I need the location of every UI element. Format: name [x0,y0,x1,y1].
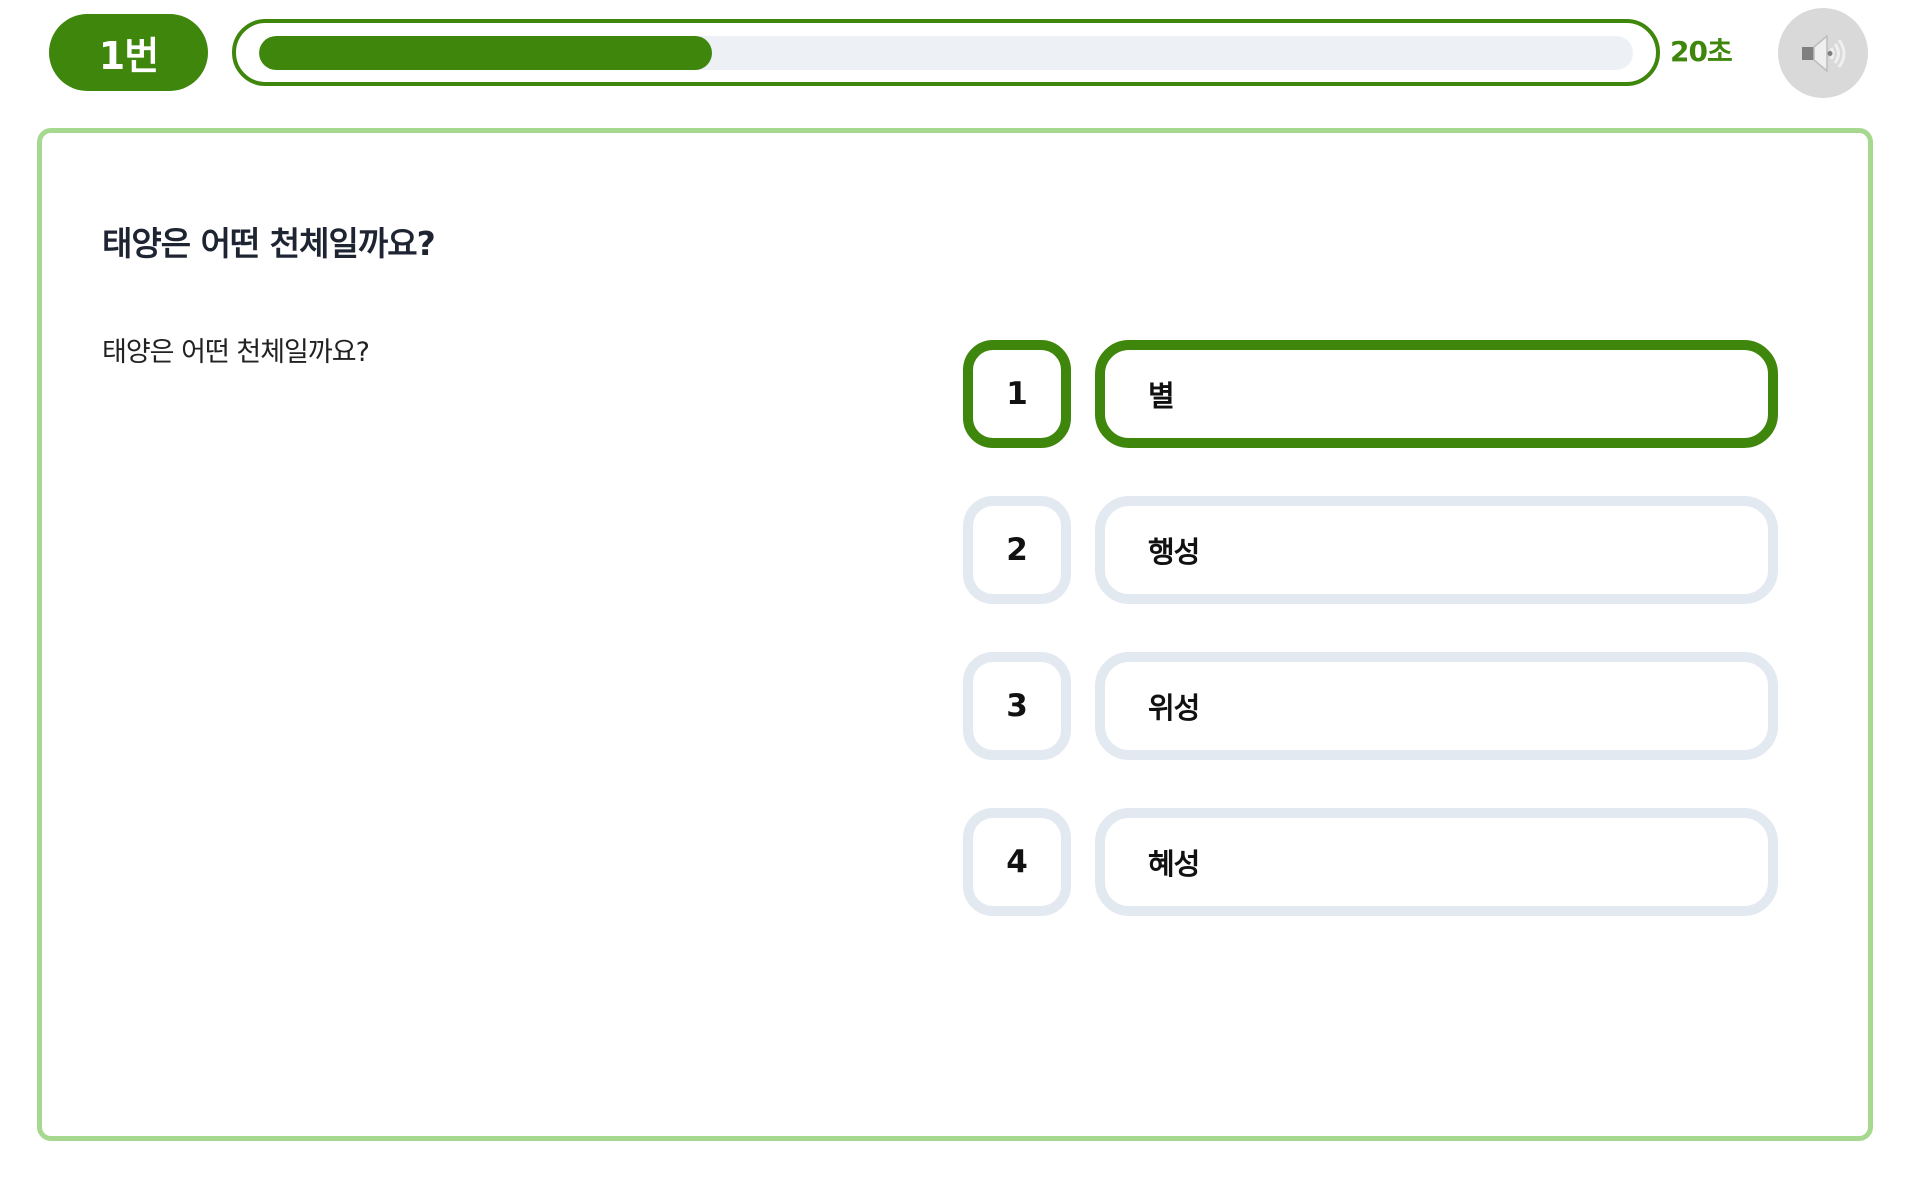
option-label: 위성 [1095,652,1778,760]
timer-rail [259,36,1633,70]
question-card: 태양은 어떤 천체일까요? 태양은 어떤 천체일까요? 1 별 2 행성 3 위… [37,128,1873,1141]
option-label: 행성 [1095,496,1778,604]
option-number: 2 [963,496,1071,604]
answer-option-4[interactable]: 4 혜성 [963,808,1778,916]
question-number-label: 1번 [98,34,159,78]
option-label: 혜성 [1095,808,1778,916]
sound-button[interactable] [1778,8,1868,98]
answer-option-1[interactable]: 1 별 [963,340,1778,448]
option-number: 4 [963,808,1071,916]
option-label: 별 [1095,340,1778,448]
timer-progress-bar [232,19,1660,86]
speaker-icon [1802,34,1846,73]
question-title: 태양은 어떤 천체일까요? [102,224,436,263]
answer-option-2[interactable]: 2 행성 [963,496,1778,604]
timer-label: 20초 [1670,35,1733,68]
answer-option-3[interactable]: 3 위성 [963,652,1778,760]
question-number-badge: 1번 [49,14,208,91]
question-body: 태양은 어떤 천체일까요? [102,337,370,368]
option-number: 1 [963,340,1071,448]
timer-fill [259,36,713,70]
option-number: 3 [963,652,1071,760]
